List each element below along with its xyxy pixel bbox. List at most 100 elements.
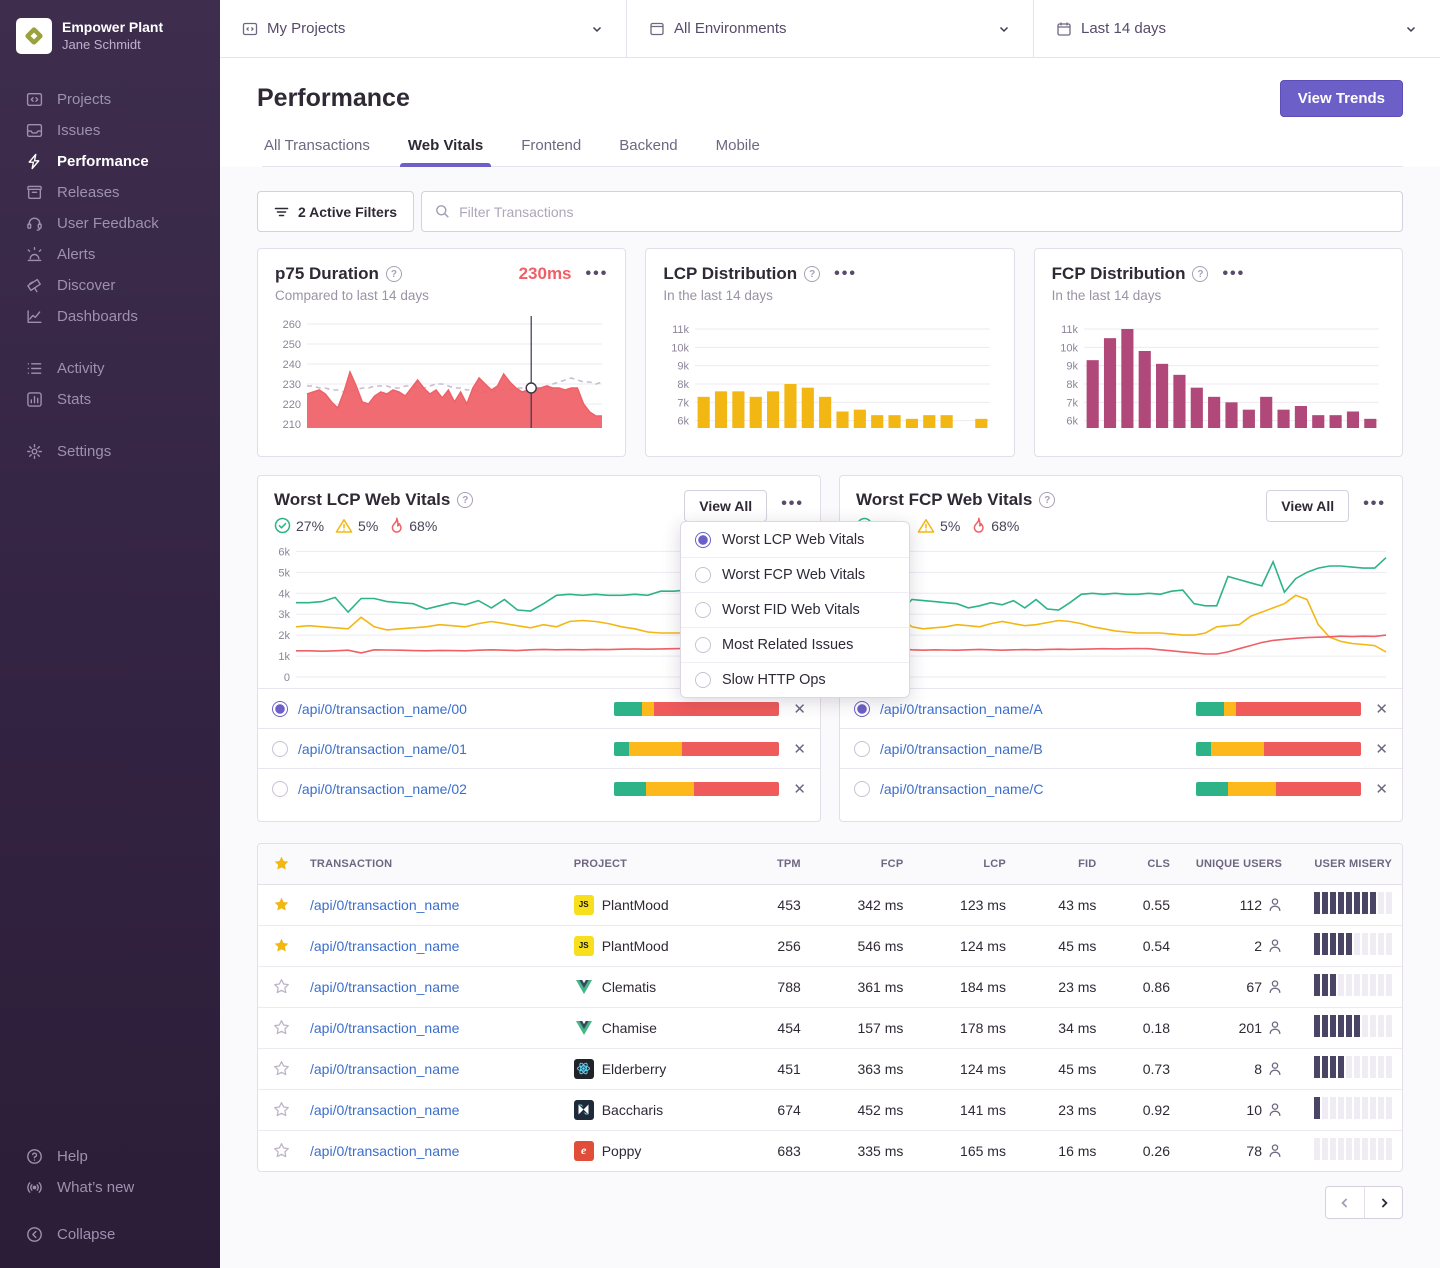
project-cell[interactable]: ePoppy — [574, 1141, 733, 1161]
column-transaction[interactable]: TRANSACTION — [300, 844, 564, 884]
close-icon[interactable]: ✕ — [1375, 740, 1388, 758]
star-toggle[interactable] — [258, 1130, 300, 1171]
sidebar-item-performance[interactable]: Performance — [0, 146, 220, 177]
next-page-button[interactable] — [1364, 1187, 1402, 1218]
close-icon[interactable]: ✕ — [793, 740, 806, 758]
help-icon[interactable]: ? — [457, 492, 473, 508]
sidebar-item-issues[interactable]: Issues — [0, 115, 220, 146]
sidebar-item-activity[interactable]: Activity — [0, 353, 220, 384]
card-menu-button[interactable]: ••• — [1363, 499, 1386, 509]
sidebar-item-dashboards[interactable]: Dashboards — [0, 301, 220, 332]
project-selector[interactable]: My Projects — [220, 0, 626, 57]
previous-page-button[interactable] — [1326, 1187, 1364, 1218]
star-toggle[interactable] — [258, 1089, 300, 1130]
tab-frontend[interactable]: Frontend — [519, 137, 583, 166]
transaction-search[interactable] — [421, 191, 1403, 232]
help-icon[interactable]: ? — [1039, 492, 1055, 508]
transaction-link[interactable]: /api/0/transaction_name — [310, 1061, 459, 1077]
star-toggle[interactable] — [258, 884, 300, 925]
column-unique-users[interactable]: UNIQUE USERS — [1180, 844, 1292, 884]
project-cell[interactable]: Elderberry — [574, 1059, 733, 1079]
tab-web-vitals[interactable]: Web Vitals — [406, 137, 485, 166]
column-fcp[interactable]: FCP — [811, 844, 914, 884]
search-input[interactable] — [459, 204, 1389, 220]
close-icon[interactable]: ✕ — [1375, 780, 1388, 798]
transaction-radio[interactable] — [272, 741, 288, 757]
cls-cell: 0.18 — [1106, 1007, 1180, 1048]
project-cell[interactable]: JSPlantMood — [574, 936, 733, 956]
project-cell[interactable]: Baccharis — [574, 1100, 733, 1120]
help-icon[interactable]: ? — [1192, 266, 1208, 282]
column-star[interactable] — [258, 844, 300, 884]
tab-backend[interactable]: Backend — [617, 137, 679, 166]
transaction-link[interactable]: /api/0/transaction_name — [310, 1102, 459, 1118]
close-icon[interactable]: ✕ — [793, 700, 806, 718]
dropdown-option-worst-fcp-web-vitals[interactable]: Worst FCP Web Vitals — [681, 557, 909, 592]
transaction-link[interactable]: /api/0/transaction_name/02 — [298, 781, 614, 797]
dropdown-option-worst-lcp-web-vitals[interactable]: Worst LCP Web Vitals — [681, 522, 909, 557]
tab-mobile[interactable]: Mobile — [714, 137, 762, 166]
sidebar-item-stats[interactable]: Stats — [0, 384, 220, 415]
column-cls[interactable]: CLS — [1106, 844, 1180, 884]
sidebar-item-settings[interactable]: Settings — [0, 436, 220, 467]
help-icon[interactable]: ? — [804, 266, 820, 282]
transaction-link[interactable]: /api/0/transaction_name — [310, 979, 459, 995]
sidebar-collapse-button[interactable]: Collapse — [0, 1219, 220, 1250]
fcp-cell: 363 ms — [811, 1048, 914, 1089]
star-toggle[interactable] — [258, 1048, 300, 1089]
sidebar-item-releases[interactable]: Releases — [0, 177, 220, 208]
card-menu-button[interactable]: ••• — [834, 269, 857, 279]
close-icon[interactable]: ✕ — [793, 780, 806, 798]
help-icon[interactable]: ? — [386, 266, 402, 282]
org-switcher[interactable]: Empower Plant Jane Schmidt — [0, 14, 220, 54]
transaction-link[interactable]: /api/0/transaction_name/A — [880, 701, 1196, 717]
svg-text:9k: 9k — [678, 361, 690, 373]
view-all-button[interactable]: View All — [684, 490, 767, 522]
transaction-link[interactable]: /api/0/transaction_name/01 — [298, 741, 614, 757]
tab-all-transactions[interactable]: All Transactions — [262, 137, 372, 166]
card-menu-button[interactable]: ••• — [586, 269, 609, 279]
card-menu-button[interactable]: ••• — [781, 499, 804, 509]
transaction-radio[interactable] — [272, 701, 288, 717]
project-cell[interactable]: Chamise — [574, 1018, 733, 1038]
transaction-link[interactable]: /api/0/transaction_name — [310, 897, 459, 913]
close-icon[interactable]: ✕ — [1375, 700, 1388, 718]
view-trends-button[interactable]: View Trends — [1280, 80, 1403, 117]
star-toggle[interactable] — [258, 966, 300, 1007]
column-user-misery[interactable]: USER MISERY — [1292, 844, 1402, 884]
transaction-radio[interactable] — [854, 781, 870, 797]
star-toggle[interactable] — [258, 925, 300, 966]
dropdown-option-worst-fid-web-vitals[interactable]: Worst FID Web Vitals — [681, 592, 909, 627]
transaction-link[interactable]: /api/0/transaction_name/B — [880, 741, 1196, 757]
transaction-link[interactable]: /api/0/transaction_name — [310, 1143, 459, 1159]
sidebar-item-help[interactable]: Help — [0, 1141, 220, 1172]
date-range-selector[interactable]: Last 14 days — [1033, 0, 1440, 57]
view-all-button[interactable]: View All — [1266, 490, 1349, 522]
active-filters-button[interactable]: 2 Active Filters — [257, 191, 414, 232]
star-toggle[interactable] — [258, 1007, 300, 1048]
transaction-link[interactable]: /api/0/transaction_name — [310, 1020, 459, 1036]
transaction-radio[interactable] — [272, 781, 288, 797]
environment-selector[interactable]: All Environments — [626, 0, 1033, 57]
sidebar-item-what-s-new[interactable]: What’s new — [0, 1172, 220, 1203]
card-menu-button[interactable]: ••• — [1222, 269, 1245, 279]
column-project[interactable]: PROJECT — [564, 844, 743, 884]
column-tpm[interactable]: TPM — [743, 844, 811, 884]
project-cell[interactable]: JSPlantMood — [574, 895, 733, 915]
project-cell[interactable]: Clematis — [574, 977, 733, 997]
transaction-link[interactable]: /api/0/transaction_name/C — [880, 781, 1196, 797]
sidebar-item-discover[interactable]: Discover — [0, 270, 220, 301]
transaction-radio[interactable] — [854, 741, 870, 757]
sidebar-item-alerts[interactable]: Alerts — [0, 239, 220, 270]
column-fid[interactable]: FID — [1016, 844, 1106, 884]
sidebar-item-projects[interactable]: Projects — [0, 84, 220, 115]
sidebar-item-label: Alerts — [57, 246, 95, 263]
sidebar-item-user-feedback[interactable]: User Feedback — [0, 208, 220, 239]
column-lcp[interactable]: LCP — [913, 844, 1016, 884]
dropdown-option-slow-http-ops[interactable]: Slow HTTP Ops — [681, 662, 909, 697]
transaction-radio[interactable] — [854, 701, 870, 717]
dropdown-option-most-related-issues[interactable]: Most Related Issues — [681, 627, 909, 662]
transaction-link[interactable]: /api/0/transaction_name — [310, 938, 459, 954]
svg-text:9k: 9k — [1066, 361, 1078, 373]
transaction-link[interactable]: /api/0/transaction_name/00 — [298, 701, 614, 717]
